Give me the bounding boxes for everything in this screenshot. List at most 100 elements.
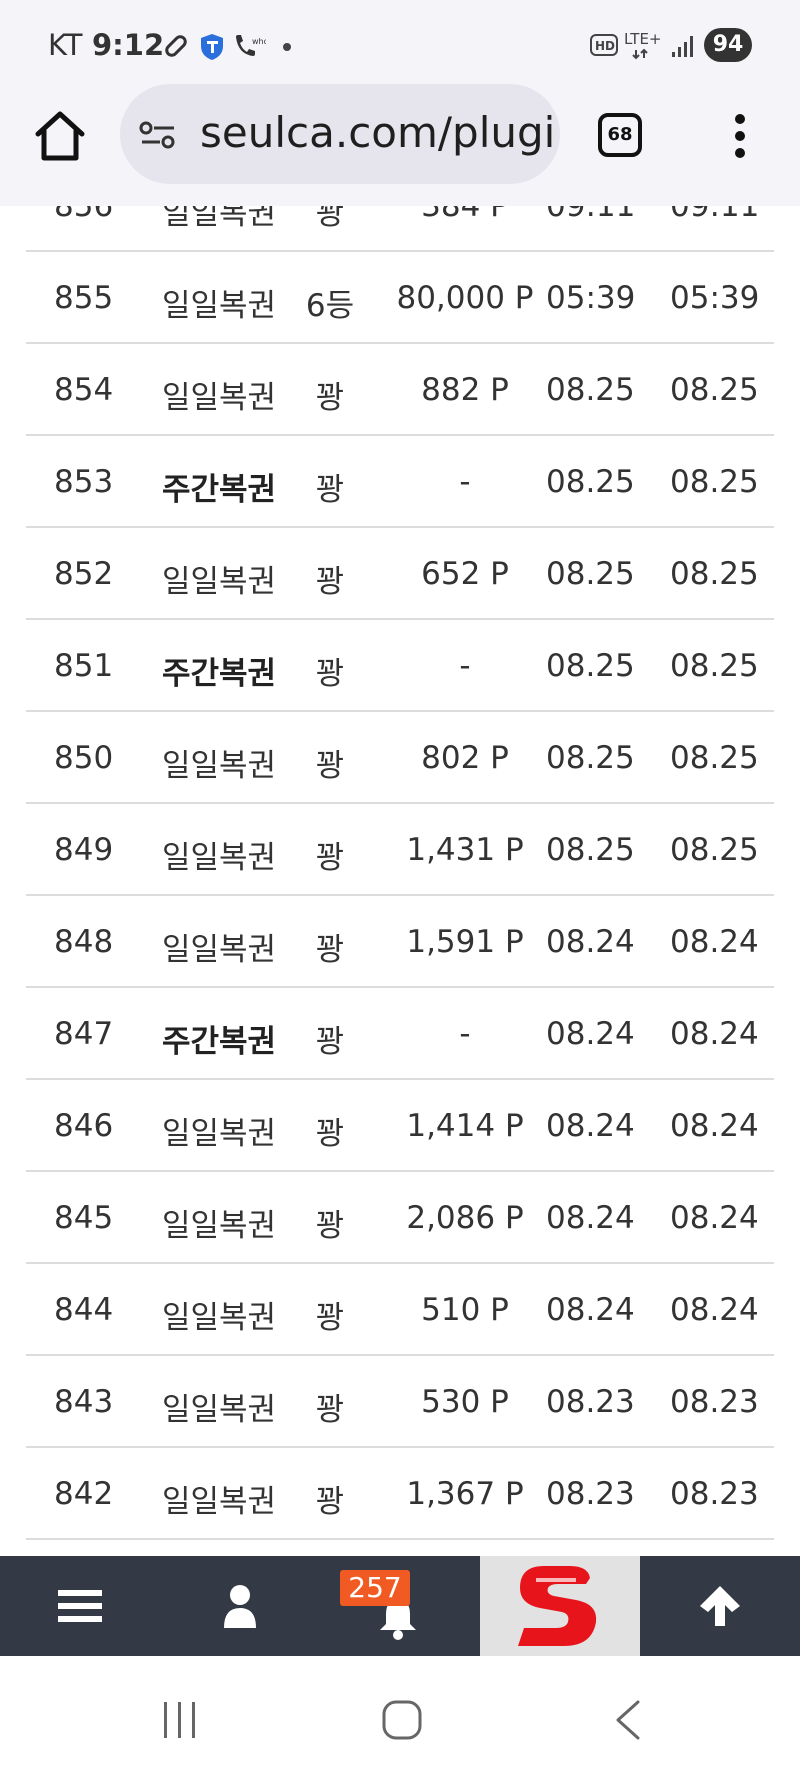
row-number: 847 [54,1016,114,1052]
issue-date: 08.25 [546,740,635,776]
table-row: 846 일일복권 꽝 1,414 P 08.24 08.24 [26,1080,774,1172]
lottery-point: 652 P [421,556,509,592]
issue-date: 08.24 [546,1200,635,1236]
lottery-type: 일일복권 [162,748,277,784]
issue-date: 08.24 [546,1016,635,1052]
url-text[interactable]: seulca.com/plugi [200,108,555,157]
draw-date: 08.23 [670,1384,759,1420]
status-bar: KT 9:12 who HD LTE+ 94 [0,0,800,90]
system-navigation-bar [0,1656,800,1778]
table-row: 849 일일복권 꽝 1,431 P 08.25 08.25 [26,804,774,896]
lottery-point: 1,414 P [406,1108,524,1144]
draw-date: 08.24 [670,924,759,960]
draw-date: 08.25 [670,740,759,776]
lottery-rank: 꽝 [315,564,345,600]
site-logo[interactable] [480,1556,640,1656]
issue-date: 05:39 [546,280,636,316]
home-icon[interactable] [34,110,86,162]
row-number: 845 [54,1200,114,1236]
lottery-point: - [459,648,471,684]
bottom-nav-bar: 257 [0,1556,800,1656]
issue-date: 08.25 [546,832,635,868]
table-row: 850 일일복권 꽝 802 P 08.25 08.25 [26,712,774,804]
issue-date: 08.25 [546,556,635,592]
site-settings-icon[interactable] [138,120,178,150]
draw-date: 08.24 [670,1016,759,1052]
lottery-type: 주간복권 [162,656,277,692]
lottery-point: 1,591 P [406,924,524,960]
table-row: 845 일일복권 꽝 2,086 P 08.24 08.24 [26,1172,774,1264]
draw-date: 05:39 [670,280,760,316]
seulca-logo-icon [518,1566,597,1646]
address-bar[interactable]: seulca.com/plugi [120,84,560,184]
lottery-type: 일일복권 [162,288,277,324]
back-nav-icon[interactable] [612,1700,642,1740]
lottery-rank: 꽝 [315,1208,345,1244]
svg-text:LTE+: LTE+ [624,30,662,48]
draw-date: 08.24 [670,1292,759,1328]
lottery-rank: 꽝 [315,1484,345,1520]
row-number: 850 [54,740,114,776]
svg-text:who: who [252,37,266,46]
lottery-rank: 꽝 [315,840,345,876]
link-icon [165,35,187,57]
draw-date: 08.24 [670,1108,759,1144]
row-number: 853 [54,464,114,500]
draw-date: 08.25 [670,372,759,408]
shield-icon [201,34,223,60]
signal-bars-icon [672,36,693,57]
row-number: 849 [54,832,114,868]
row-number: 842 [54,1476,114,1512]
issue-date: 08.23 [546,1476,635,1512]
draw-date: 08.25 [670,556,759,592]
user-icon[interactable] [222,1584,258,1628]
table-row: 851 주간복권 꽝 - 08.25 08.25 [26,620,774,712]
draw-date: 08.25 [670,464,759,500]
row-number: 844 [54,1292,114,1328]
row-number: 852 [54,556,114,592]
menu-icon[interactable] [58,1588,102,1624]
table-row: 842 일일복권 꽝 1,367 P 08.23 08.23 [26,1448,774,1540]
table-row: 847 주간복권 꽝 - 08.24 08.24 [26,988,774,1080]
draw-date: 08.23 [670,1476,759,1512]
lottery-rank: 꽝 [315,656,345,692]
lottery-rank: 꽝 [315,380,345,416]
lottery-point: - [459,1016,471,1052]
lottery-point: 802 P [421,740,509,776]
row-number: 848 [54,924,114,960]
lottery-type: 일일복권 [162,840,277,876]
lottery-type: 일일복권 [162,1300,277,1336]
lottery-point: 510 P [421,1292,509,1328]
issue-date: 08.25 [546,648,635,684]
table-row: 854 일일복권 꽝 882 P 08.25 08.25 [26,344,774,436]
kebab-menu-icon[interactable] [726,112,754,160]
browser-chrome: KT 9:12 who HD LTE+ 94 [0,0,800,206]
lottery-point: 530 P [421,1384,509,1420]
lottery-rank: 꽝 [315,472,345,508]
lottery-history-table: 856 일일복권 꽝 384 P 09:11 09:11 855 일일복권 6등 80… [26,160,774,1540]
notification-count-badge: 257 [340,1570,410,1606]
phone-call-icon: who [236,35,266,56]
row-number: 851 [54,648,114,684]
arrow-up-icon[interactable] [698,1584,742,1628]
home-nav-icon[interactable] [382,1700,422,1740]
lottery-rank: 꽝 [315,1024,345,1060]
draw-date: 08.25 [670,648,759,684]
carrier-label: KT [48,28,83,62]
table-body: 855 일일복권 6등 80,000 P 05:39 05:39 854 일일복권 꽝 882 P… [26,252,774,1540]
tab-switcher-button[interactable]: 68 [598,113,642,157]
svg-text:HD: HD [595,39,615,53]
lottery-rank: 꽝 [315,748,345,784]
issue-date: 08.25 [546,372,635,408]
recent-apps-icon[interactable] [160,1700,200,1740]
lottery-rank: 6등 [305,288,355,324]
row-number: 846 [54,1108,114,1144]
lottery-rank: 꽝 [315,1392,345,1428]
table-row: 852 일일복권 꽝 652 P 08.25 08.25 [26,528,774,620]
notification-dot-icon [283,43,291,51]
battery-indicator: 94 [704,28,752,62]
lottery-type: 일일복권 [162,1208,277,1244]
table-row: 843 일일복권 꽝 530 P 08.23 08.23 [26,1356,774,1448]
status-time: 9:12 [92,28,165,62]
table-row: 848 일일복권 꽝 1,591 P 08.24 08.24 [26,896,774,988]
